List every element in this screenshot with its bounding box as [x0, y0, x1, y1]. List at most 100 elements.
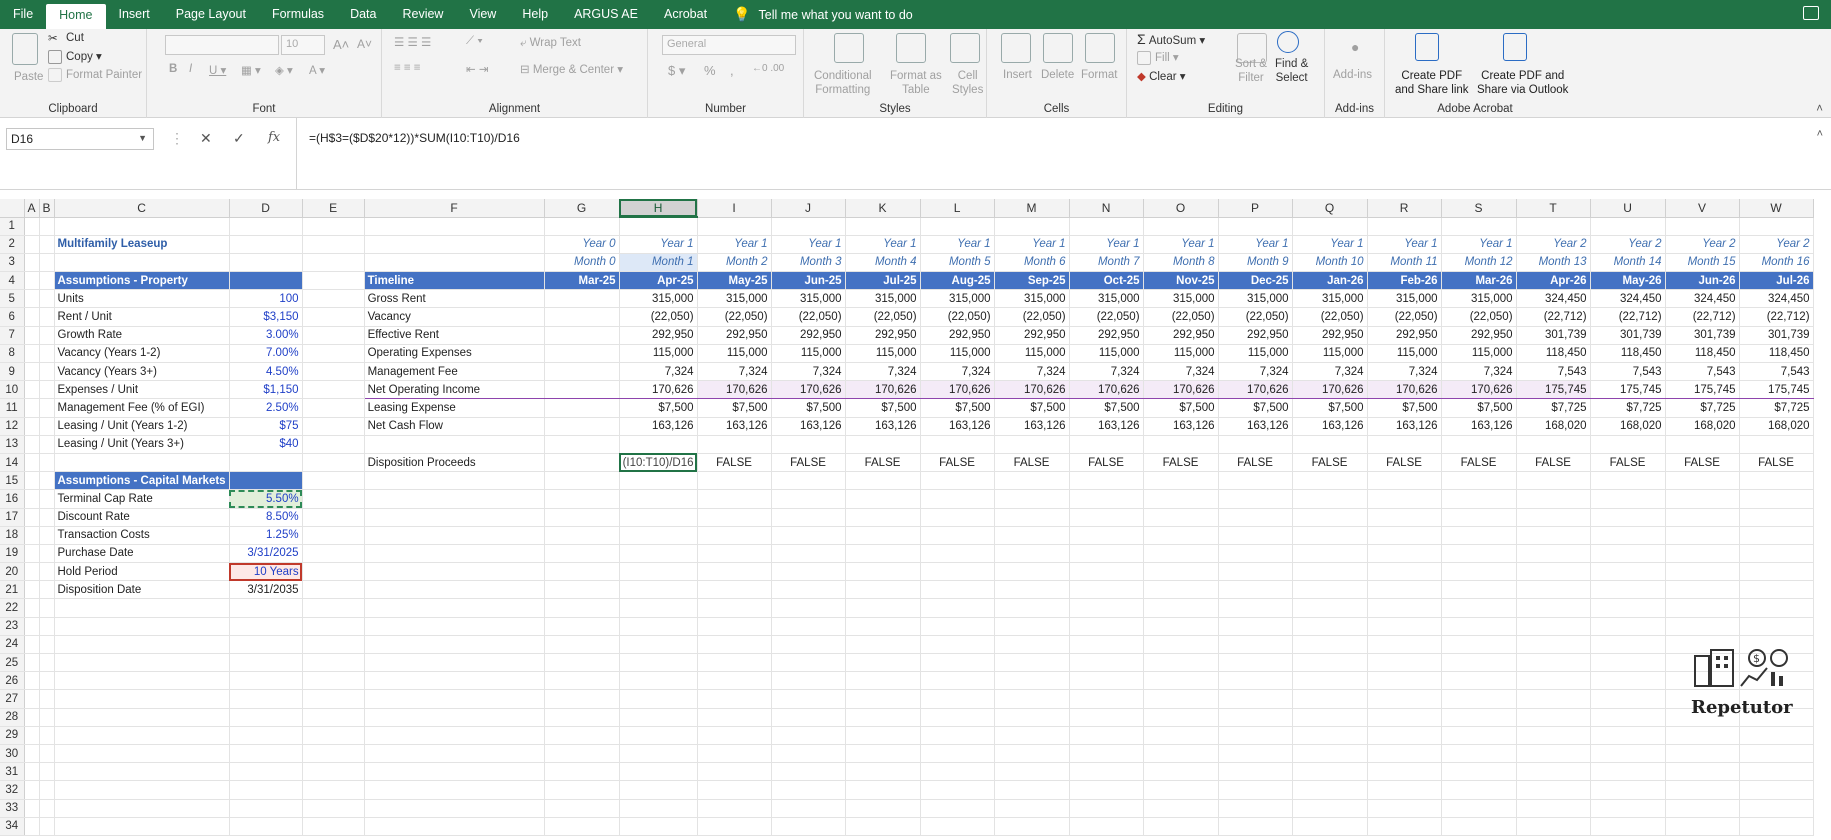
cell-L16[interactable]	[920, 489, 995, 509]
cell-A3[interactable]	[24, 253, 40, 273]
row-header-14[interactable]: 14	[0, 453, 25, 473]
cell-N7[interactable]: 292,950	[1069, 326, 1144, 345]
cell-B21[interactable]	[39, 580, 55, 600]
cell-C28[interactable]	[54, 708, 230, 727]
cell-Q30[interactable]	[1292, 744, 1368, 764]
top-align-icon[interactable]: ☰ ☰ ☰	[394, 35, 431, 49]
cell-J7[interactable]: 292,950	[771, 326, 846, 345]
row-header-8[interactable]: 8	[0, 344, 25, 364]
cell-J16[interactable]	[771, 489, 846, 509]
cell-I23[interactable]	[697, 617, 772, 636]
cell-F28[interactable]	[364, 708, 545, 727]
cell-J18[interactable]	[771, 526, 846, 545]
cell-M29[interactable]	[994, 726, 1070, 745]
cell-J21[interactable]	[771, 580, 846, 600]
cell-C11[interactable]: Management Fee (% of EGI)	[54, 398, 230, 418]
cell-B20[interactable]	[39, 562, 55, 582]
cell-A15[interactable]	[24, 471, 40, 491]
cell-C27[interactable]	[54, 689, 230, 709]
cell-L9[interactable]: 7,324	[920, 362, 995, 382]
cell-J13[interactable]	[771, 435, 846, 454]
cell-D22[interactable]	[229, 598, 303, 618]
cell-O25[interactable]	[1143, 653, 1219, 673]
cell-S29[interactable]	[1441, 726, 1517, 745]
cell-G13[interactable]	[544, 435, 620, 454]
cell-U15[interactable]	[1590, 471, 1666, 491]
cell-L4[interactable]: Aug-25	[920, 271, 995, 291]
cell-I27[interactable]	[697, 689, 772, 709]
cell-W13[interactable]	[1739, 435, 1814, 454]
row-header-25[interactable]: 25	[0, 653, 25, 673]
cell-F12[interactable]: Net Cash Flow	[364, 417, 545, 436]
cell-F19[interactable]	[364, 544, 545, 564]
cell-N34[interactable]	[1069, 817, 1144, 836]
cell-F15[interactable]	[364, 471, 545, 491]
fill-color-button[interactable]: ◈ ▾	[275, 63, 293, 77]
cell-F24[interactable]	[364, 635, 545, 655]
cell-V29[interactable]	[1665, 726, 1740, 745]
cell-U32[interactable]	[1590, 780, 1666, 800]
column-header-O[interactable]: O	[1143, 199, 1219, 218]
cell-E3[interactable]	[302, 253, 365, 273]
cell-R7[interactable]: 292,950	[1367, 326, 1442, 345]
cell-S32[interactable]	[1441, 780, 1517, 800]
cell-C33[interactable]	[54, 799, 230, 818]
cell-I12[interactable]: 163,126	[697, 417, 772, 436]
cell-B34[interactable]	[39, 817, 55, 836]
cell-P1[interactable]	[1218, 217, 1293, 236]
cell-V23[interactable]	[1665, 617, 1740, 636]
cell-M9[interactable]: 7,324	[994, 362, 1070, 382]
cell-P28[interactable]	[1218, 708, 1293, 727]
cell-M2[interactable]: Year 1	[994, 235, 1070, 254]
cell-J6[interactable]: (22,050)	[771, 307, 846, 327]
cell-D6[interactable]: $3,150	[229, 307, 303, 327]
cell-H12[interactable]: 163,126	[619, 417, 698, 436]
cell-T9[interactable]: 7,543	[1516, 362, 1591, 382]
cell-O27[interactable]	[1143, 689, 1219, 709]
cell-Q10[interactable]: 170,626	[1292, 380, 1368, 400]
cell-U11[interactable]: $7,725	[1590, 398, 1666, 418]
cell-B19[interactable]	[39, 544, 55, 564]
cell-G24[interactable]	[544, 635, 620, 655]
cell-M1[interactable]	[994, 217, 1070, 236]
cell-T12[interactable]: 168,020	[1516, 417, 1591, 436]
cell-J20[interactable]	[771, 562, 846, 582]
cell-E19[interactable]	[302, 544, 365, 564]
cell-K33[interactable]	[845, 799, 921, 818]
cell-I33[interactable]	[697, 799, 772, 818]
cell-styles-button[interactable]: Cell Styles	[952, 69, 983, 97]
cell-O2[interactable]: Year 1	[1143, 235, 1219, 254]
cell-B16[interactable]	[39, 489, 55, 509]
row-header-24[interactable]: 24	[0, 635, 25, 655]
cell-O18[interactable]	[1143, 526, 1219, 545]
cell-O34[interactable]	[1143, 817, 1219, 836]
cell-U29[interactable]	[1590, 726, 1666, 745]
cell-C12[interactable]: Leasing / Unit (Years 1-2)	[54, 417, 230, 436]
cell-P6[interactable]: (22,050)	[1218, 307, 1293, 327]
cell-R9[interactable]: 7,324	[1367, 362, 1442, 382]
cell-H10[interactable]: 170,626	[619, 380, 698, 400]
cell-M30[interactable]	[994, 744, 1070, 764]
cell-A30[interactable]	[24, 744, 40, 764]
cell-S7[interactable]: 292,950	[1441, 326, 1517, 345]
cell-M31[interactable]	[994, 762, 1070, 782]
cell-I4[interactable]: May-25	[697, 271, 772, 291]
cell-R27[interactable]	[1367, 689, 1442, 709]
cell-E21[interactable]	[302, 580, 365, 600]
cell-K9[interactable]: 7,324	[845, 362, 921, 382]
cell-W18[interactable]	[1739, 526, 1814, 545]
cell-W21[interactable]	[1739, 580, 1814, 600]
cell-T14[interactable]: FALSE	[1516, 453, 1591, 473]
cell-E6[interactable]	[302, 307, 365, 327]
cell-V22[interactable]	[1665, 598, 1740, 618]
cell-O29[interactable]	[1143, 726, 1219, 745]
cell-S14[interactable]: FALSE	[1441, 453, 1517, 473]
cell-D18[interactable]: 1.25%	[229, 526, 303, 545]
cell-M20[interactable]	[994, 562, 1070, 582]
cell-W12[interactable]: 168,020	[1739, 417, 1814, 436]
cell-Q32[interactable]	[1292, 780, 1368, 800]
cell-D29[interactable]	[229, 726, 303, 745]
cell-H14[interactable]: (I10:T10)/D16	[619, 453, 698, 473]
cell-E8[interactable]	[302, 344, 365, 364]
column-header-K[interactable]: K	[845, 199, 921, 218]
